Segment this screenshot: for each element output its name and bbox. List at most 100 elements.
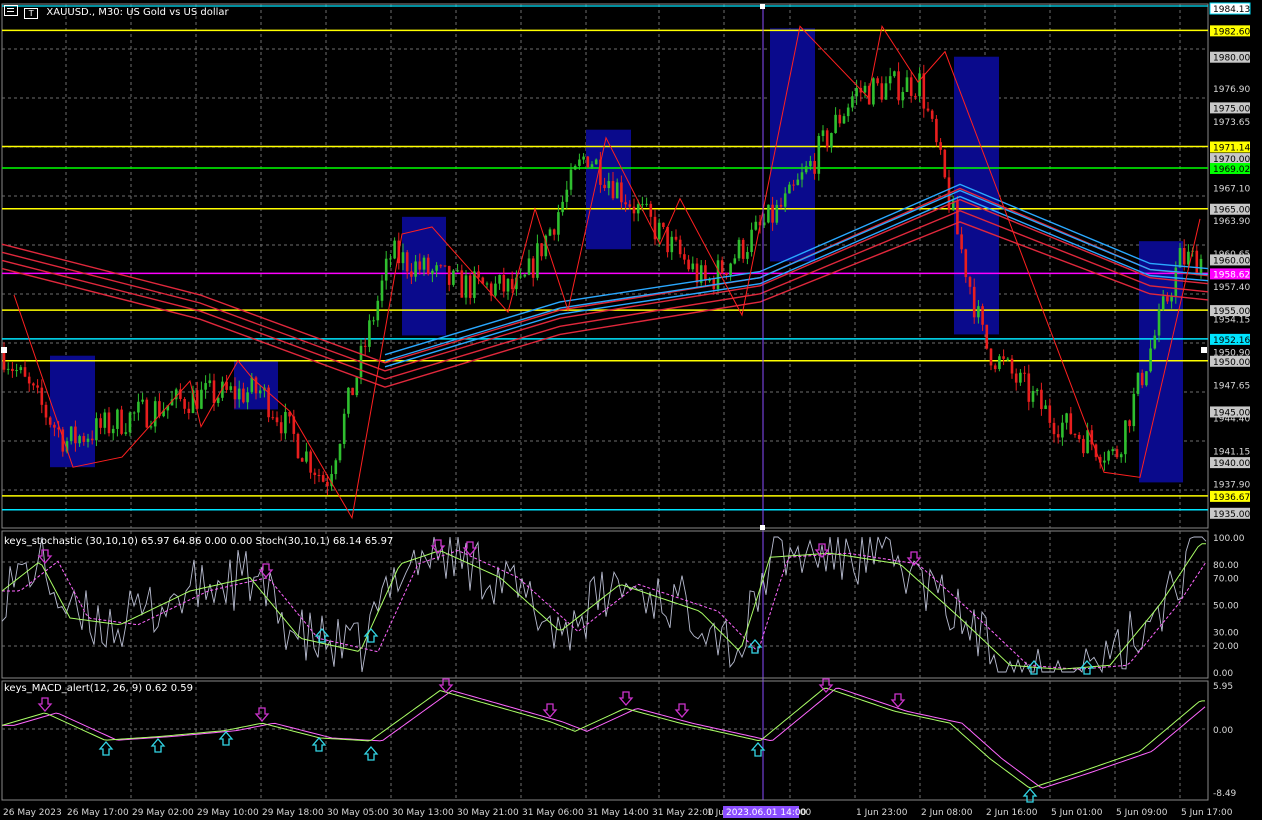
candle-body	[922, 73, 926, 109]
macd-pane[interactable]	[1, 678, 1209, 803]
candle-body	[540, 243, 543, 257]
price-label: 1958.62	[1213, 270, 1250, 280]
candle-body	[200, 389, 203, 409]
stochastic-pane[interactable]	[1, 530, 1209, 679]
candle-body	[389, 258, 392, 260]
time-tick-label: 30 May 13:00	[392, 808, 454, 818]
candle-body	[573, 165, 577, 170]
buy-arrow-icon	[750, 742, 766, 757]
price-label: 1982.60	[1213, 27, 1250, 37]
candle-body	[137, 401, 140, 413]
candle-body	[628, 204, 632, 207]
main-pane-border	[1, 3, 1209, 529]
candle-body	[502, 274, 506, 292]
candle-body	[1107, 451, 1110, 461]
candle-body	[809, 160, 812, 167]
candle-body	[410, 271, 413, 277]
candle-body	[552, 229, 556, 235]
price-tick-label: 1963.90	[1213, 217, 1250, 227]
candle-body	[977, 306, 980, 318]
candle-body	[1061, 422, 1064, 438]
candle-body	[40, 387, 44, 405]
price-tick-label: 1947.65	[1213, 382, 1250, 392]
candle-body	[905, 77, 909, 92]
candle-body	[183, 398, 186, 409]
candle-body	[103, 412, 107, 428]
candle-body	[456, 270, 459, 272]
candle-body	[939, 142, 942, 150]
stochastic-tick-label: 30.00	[1213, 629, 1239, 639]
time-tick-label: 31 May 14:00	[587, 808, 649, 818]
candle-body	[523, 274, 527, 277]
candle-body	[855, 87, 858, 97]
candle-body	[1149, 348, 1152, 372]
chart-icon[interactable]	[4, 5, 18, 16]
one-click-trading-icon[interactable]: T	[24, 8, 39, 19]
candle-body	[422, 257, 426, 270]
price-label: 1945.00	[1213, 408, 1250, 418]
stochastic-tick-label: 20.00	[1213, 642, 1239, 652]
candle-body	[258, 390, 262, 394]
candle-body	[611, 181, 615, 199]
candle-body	[204, 383, 207, 390]
candle-body	[813, 160, 816, 174]
candle-body	[775, 204, 779, 223]
sell-arrow-icon	[254, 707, 270, 722]
time-tick-label: 29 May 10:00	[197, 808, 259, 818]
cursor-handle-top[interactable]	[760, 4, 765, 9]
candle-body	[771, 204, 774, 223]
candle-body	[237, 388, 241, 400]
candle-body	[846, 107, 850, 117]
candle-body	[993, 365, 997, 370]
candle-body	[1128, 420, 1131, 427]
candle-body	[737, 239, 741, 259]
candle-body	[107, 412, 111, 434]
candle-body	[989, 348, 993, 366]
candle-body	[271, 417, 275, 419]
shift-marker-right[interactable]	[1201, 347, 1207, 353]
candle-body	[355, 377, 359, 396]
candle-body	[792, 184, 795, 186]
candle-body	[300, 458, 304, 462]
trading-chart[interactable]: 1979.901976.901973.651967.101963.901960.…	[0, 0, 1262, 820]
time-tick-label: 1 Ju	[707, 808, 724, 818]
candle-body	[141, 399, 144, 402]
price-tick-label: 1937.90	[1213, 480, 1250, 490]
candle-body	[23, 367, 27, 377]
sell-arrow-icon	[674, 703, 690, 718]
macd-signal-line	[2, 687, 1206, 789]
candle-body	[695, 263, 699, 283]
price-tick-label: 1973.65	[1213, 118, 1250, 128]
candle-body	[145, 399, 149, 428]
sell-arrow-icon	[890, 693, 906, 708]
candle-body	[342, 413, 346, 444]
candle-body	[326, 481, 329, 487]
candle-body	[935, 118, 938, 143]
candle-body	[242, 388, 245, 403]
candle-body	[393, 240, 396, 259]
candle-body	[2, 350, 6, 370]
candle-body	[897, 71, 900, 101]
candle-body	[964, 249, 968, 278]
candle-body	[1023, 372, 1026, 374]
candle-body	[1119, 454, 1123, 458]
time-axis: 26 May 2023 26 May 17:00 29 May 02:00 29 Ma…	[3, 806, 1233, 818]
candle-body	[830, 133, 833, 148]
candle-body	[1069, 413, 1073, 434]
price-tick-label: 1954.15	[1213, 316, 1250, 326]
candle-body	[229, 386, 233, 390]
candle-body	[527, 258, 531, 275]
shift-marker-left[interactable]	[1, 347, 7, 353]
candle-body	[69, 426, 73, 442]
candle-body	[670, 236, 674, 253]
candle-body	[363, 345, 367, 347]
stochastic-tick-label: 0.00	[1213, 669, 1233, 679]
candle-body	[750, 229, 753, 253]
candle-body	[44, 404, 48, 418]
price-label: 1969.02	[1213, 165, 1250, 175]
sell-arrow-icon	[258, 563, 274, 578]
time-tick-label: 31 May 06:00	[522, 808, 584, 818]
cursor-handle-bottom[interactable]	[760, 525, 765, 530]
candle-body	[1073, 433, 1077, 435]
candle-body	[1027, 373, 1031, 402]
